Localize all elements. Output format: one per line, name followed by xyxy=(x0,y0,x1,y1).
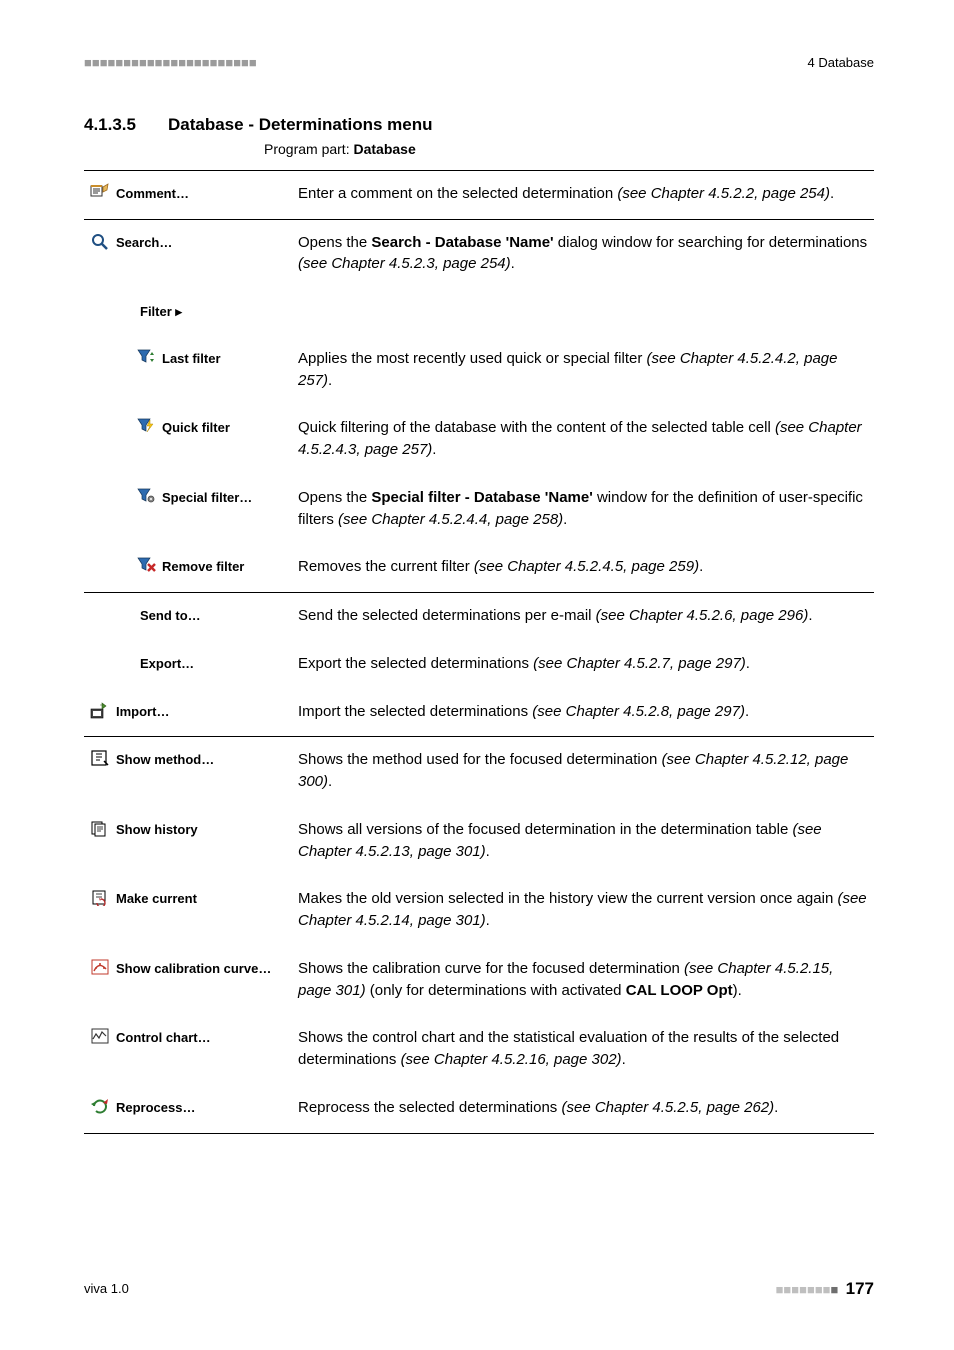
program-part-value: Database xyxy=(353,141,415,157)
no-icon xyxy=(114,653,134,671)
menu-row-sendto: Send to… Send the selected determinations… xyxy=(84,593,874,641)
menu-desc-sendto: Send the selected determinations per e-m… xyxy=(298,605,868,627)
funnel-lightning-icon xyxy=(136,417,156,435)
footer-left: viva 1.0 xyxy=(84,1280,129,1299)
comment-icon xyxy=(90,183,110,201)
menu-table: Comment… Enter a comment on the selected … xyxy=(84,170,874,1133)
menu-row-controlchart: Control chart… Shows the control chart an… xyxy=(84,1015,874,1085)
reprocess-icon xyxy=(90,1097,110,1115)
chapter-label: 4 Database xyxy=(808,54,875,73)
search-icon xyxy=(90,232,110,250)
menu-label-lastfilter: Last filter xyxy=(162,348,221,369)
menu-row-search: Search… Opens the Search - Database 'Name… xyxy=(84,219,874,289)
import-icon xyxy=(90,701,110,719)
menu-label-showhistory: Show history xyxy=(116,819,198,840)
menu-label-export: Export… xyxy=(140,653,194,674)
menu-label-quickfilter: Quick filter xyxy=(162,417,230,438)
funnel-arrow-icon xyxy=(136,348,156,366)
menu-desc-specialfilter: Opens the Special filter - Database 'Nam… xyxy=(298,487,868,531)
menu-desc-showhistory: Shows all versions of the focused determ… xyxy=(298,819,868,863)
menu-row-showmethod: Show method… Shows the method used for th… xyxy=(84,737,874,807)
funnel-x-icon xyxy=(136,556,156,574)
menu-row-specialfilter: Special filter… Opens the Special filter … xyxy=(84,475,874,545)
no-icon xyxy=(114,605,134,623)
funnel-gear-icon xyxy=(136,487,156,505)
page-footer: viva 1.0 ■■■■■■■■ 177 xyxy=(84,1277,874,1302)
menu-desc-makecurrent: Makes the old version selected in the hi… xyxy=(298,888,868,932)
history-icon xyxy=(90,819,110,837)
menu-row-export: Export… Export the selected determination… xyxy=(84,641,874,689)
menu-row-import: Import… Import the selected determination… xyxy=(84,689,874,737)
menu-label-comment: Comment… xyxy=(116,183,189,204)
menu-desc-import: Import the selected determinations (see … xyxy=(298,701,868,723)
menu-label-sendto: Send to… xyxy=(140,605,201,626)
menu-row-showcal: Show calibration curve… Shows the calibra… xyxy=(84,946,874,1016)
controlchart-icon xyxy=(90,1027,110,1045)
menu-label-filter: Filter ▸ xyxy=(140,301,182,322)
makecurrent-icon xyxy=(90,888,110,906)
footer-marks: ■■■■■■■■ xyxy=(776,1282,839,1297)
menu-label-removefilter: Remove filter xyxy=(162,556,244,577)
program-part-prefix: Program part: xyxy=(264,141,353,157)
calcurve-icon xyxy=(90,958,110,976)
menu-desc-lastfilter: Applies the most recently used quick or … xyxy=(298,348,868,392)
program-part-line: Program part: Database xyxy=(264,139,874,159)
menu-label-reprocess: Reprocess… xyxy=(116,1097,195,1118)
menu-desc-showcal: Shows the calibration curve for the focu… xyxy=(298,958,868,1002)
menu-desc-showmethod: Shows the method used for the focused de… xyxy=(298,749,868,793)
menu-desc-quickfilter: Quick filtering of the database with the… xyxy=(298,417,868,461)
menu-label-controlchart: Control chart… xyxy=(116,1027,211,1048)
menu-desc-export: Export the selected determinations (see … xyxy=(298,653,868,675)
no-icon xyxy=(114,301,134,319)
menu-row-lastfilter: Last filter Applies the most recently use… xyxy=(84,336,874,406)
menu-label-import: Import… xyxy=(116,701,169,722)
menu-row-makecurrent: Make current Makes the old version select… xyxy=(84,876,874,946)
section-title: Database - Determinations menu xyxy=(168,113,433,138)
menu-label-search: Search… xyxy=(116,232,172,253)
menu-desc-removefilter: Removes the current filter (see Chapter … xyxy=(298,556,868,578)
page-header: ■■■■■■■■■■■■■■■■■■■■■■ 4 Database xyxy=(84,54,874,73)
menu-row-filter: Filter ▸ xyxy=(84,289,874,336)
menu-label-makecurrent: Make current xyxy=(116,888,197,909)
menu-row-comment: Comment… Enter a comment on the selected … xyxy=(84,170,874,219)
menu-row-showhistory: Show history Shows all versions of the fo… xyxy=(84,807,874,877)
menu-desc-controlchart: Shows the control chart and the statisti… xyxy=(298,1027,868,1071)
menu-row-removefilter: Remove filter Removes the current filter … xyxy=(84,544,874,592)
menu-desc-reprocess: Reprocess the selected determinations (s… xyxy=(298,1097,868,1119)
menu-label-showcal: Show calibration curve… xyxy=(116,958,271,979)
header-marks: ■■■■■■■■■■■■■■■■■■■■■■ xyxy=(84,54,257,73)
section-heading: 4.1.3.5 Database - Determinations menu xyxy=(84,113,874,138)
menu-desc-comment: Enter a comment on the selected determin… xyxy=(298,183,868,205)
page-number: 177 xyxy=(846,1279,874,1298)
menu-row-reprocess: Reprocess… Reprocess the selected determi… xyxy=(84,1085,874,1133)
method-icon xyxy=(90,749,110,767)
menu-row-quickfilter: Quick filter Quick filtering of the datab… xyxy=(84,405,874,475)
menu-label-specialfilter: Special filter… xyxy=(162,487,252,508)
menu-label-showmethod: Show method… xyxy=(116,749,214,770)
section-number: 4.1.3.5 xyxy=(84,113,136,138)
menu-desc-search: Opens the Search - Database 'Name' dialo… xyxy=(298,232,868,276)
